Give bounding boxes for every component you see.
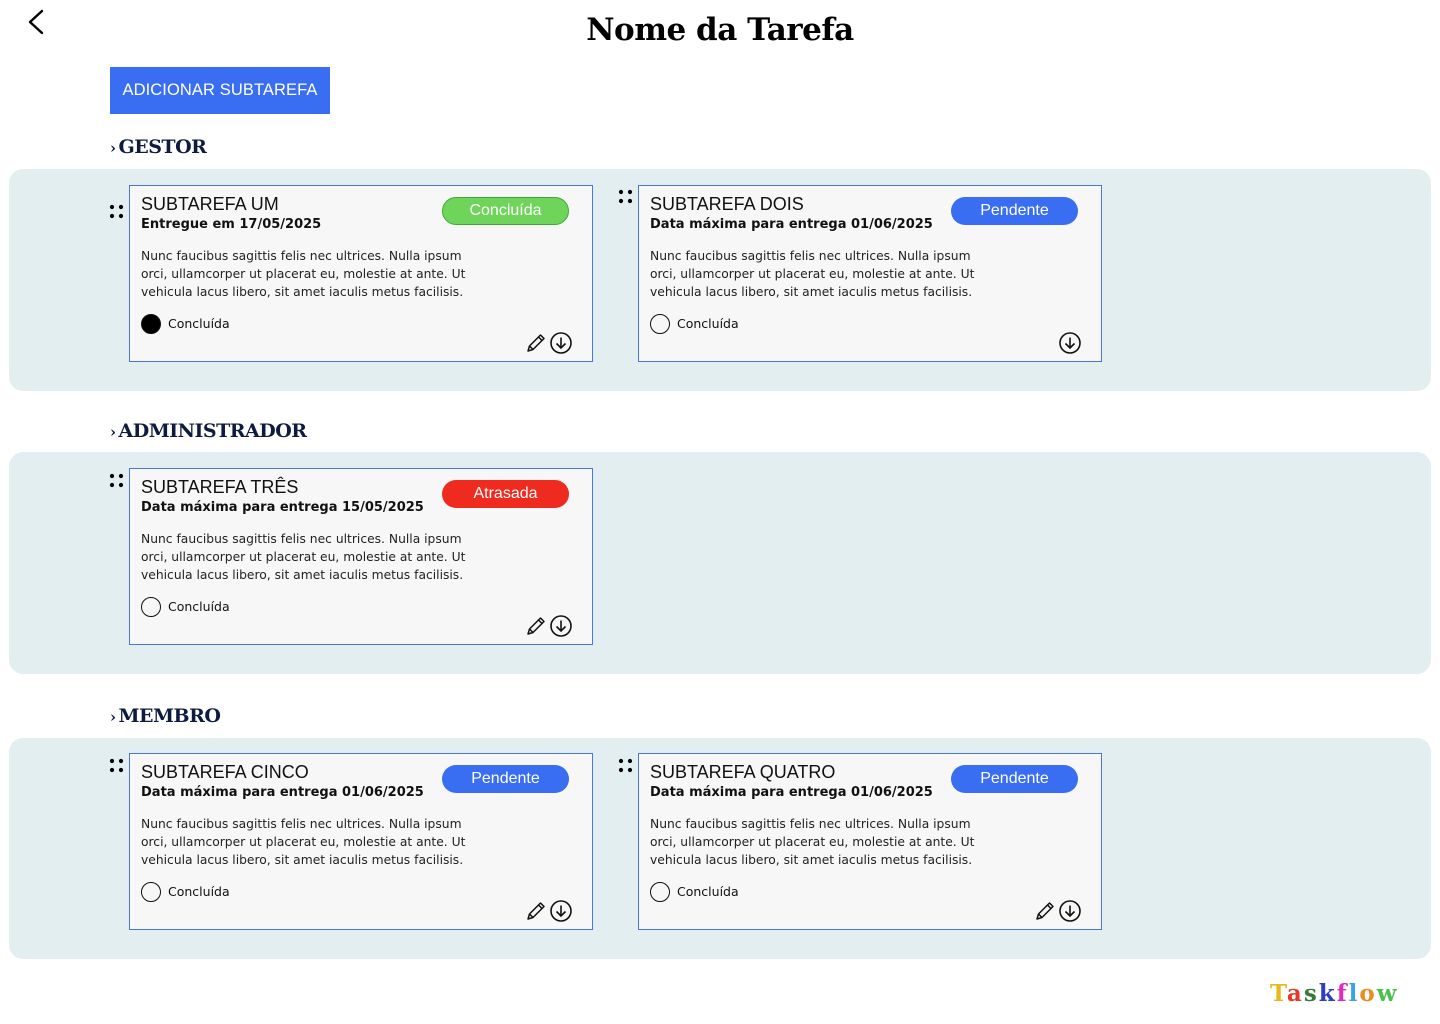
drag-handle-icon[interactable] (618, 758, 634, 774)
card-title: SUBTAREFA CINCO (141, 762, 309, 782)
done-label: Concluída (168, 316, 230, 331)
card-description: Nunc faucibus sagittis felis nec ultrice… (650, 817, 975, 867)
card-title: SUBTAREFA QUATRO (650, 762, 836, 782)
subtask-card[interactable]: SUBTAREFA CINCO Data máxima para entrega… (129, 753, 593, 930)
section-heading-label: MEMBRO (118, 705, 221, 727)
pencil-icon[interactable] (1033, 899, 1057, 923)
card-title: SUBTAREFA TRÊS (141, 477, 299, 497)
pencil-icon[interactable] (524, 899, 548, 923)
card-date: Data máxima para entrega 01/06/2025 (650, 785, 933, 800)
card-date: Data máxima para entrega 01/06/2025 (650, 217, 933, 232)
page-title: Nome da Tarefa (586, 12, 854, 48)
card-date: Data máxima para entrega 15/05/2025 (141, 500, 424, 515)
brand-letter: o (1359, 980, 1377, 1007)
chevron-right-icon: › (110, 139, 116, 157)
subtask-card[interactable]: SUBTAREFA TRÊS Data máxima para entrega … (129, 468, 593, 645)
subtask-card[interactable]: SUBTAREFA QUATRO Data máxima para entreg… (638, 753, 1102, 930)
done-radio[interactable] (650, 882, 670, 902)
section-heading-administrador[interactable]: › ADMINISTRADOR (110, 420, 307, 442)
card-date: Entregue em 17/05/2025 (141, 217, 322, 232)
section-heading-label: ADMINISTRADOR (118, 420, 308, 442)
chevron-right-icon: › (110, 423, 116, 441)
drag-handle-icon[interactable] (109, 204, 125, 220)
section-heading-label: GESTOR (118, 136, 207, 158)
brand-letter: f (1336, 980, 1349, 1007)
status-badge: Concluída (442, 197, 569, 225)
section-heading-gestor[interactable]: › GESTOR (110, 136, 207, 158)
brand-letter: w (1376, 980, 1399, 1007)
brand-logo: Taskflow (1270, 980, 1399, 1007)
status-badge: Pendente (951, 197, 1078, 225)
download-icon[interactable] (1058, 331, 1082, 355)
subtask-card[interactable]: SUBTAREFA DOIS Data máxima para entrega … (638, 185, 1102, 362)
status-badge: Atrasada (442, 480, 569, 508)
status-badge: Pendente (951, 765, 1078, 793)
pencil-icon[interactable] (524, 331, 548, 355)
card-date: Data máxima para entrega 01/06/2025 (141, 785, 424, 800)
done-label: Concluída (677, 884, 739, 899)
done-radio[interactable] (650, 314, 670, 334)
chevron-right-icon: › (110, 708, 116, 726)
done-label: Concluída (168, 599, 230, 614)
done-radio[interactable] (141, 314, 161, 334)
brand-letter: T (1270, 980, 1287, 1007)
brand-letter: s (1303, 980, 1319, 1007)
drag-handle-icon[interactable] (109, 758, 125, 774)
card-description: Nunc faucibus sagittis felis nec ultrice… (141, 532, 466, 582)
subtask-card[interactable]: SUBTAREFA UM Entregue em 17/05/2025 Conc… (129, 185, 593, 362)
card-description: Nunc faucibus sagittis felis nec ultrice… (141, 817, 466, 867)
brand-letter: a (1286, 980, 1304, 1007)
download-icon[interactable] (549, 614, 573, 638)
done-label: Concluída (168, 884, 230, 899)
done-label: Concluída (677, 316, 739, 331)
download-icon[interactable] (1058, 899, 1082, 923)
done-radio[interactable] (141, 597, 161, 617)
brand-letter: l (1348, 980, 1360, 1007)
card-description: Nunc faucibus sagittis felis nec ultrice… (650, 249, 975, 299)
drag-handle-icon[interactable] (618, 189, 634, 205)
brand-letter: k (1318, 980, 1337, 1007)
card-title: SUBTAREFA UM (141, 194, 279, 214)
status-badge: Pendente (442, 765, 569, 793)
download-icon[interactable] (549, 899, 573, 923)
drag-handle-icon[interactable] (109, 473, 125, 489)
download-icon[interactable] (549, 331, 573, 355)
add-subtask-button[interactable]: ADICIONAR SUBTAREFA (110, 67, 330, 114)
section-heading-membro[interactable]: › MEMBRO (110, 705, 221, 727)
done-radio[interactable] (141, 882, 161, 902)
card-description: Nunc faucibus sagittis felis nec ultrice… (141, 249, 466, 299)
card-title: SUBTAREFA DOIS (650, 194, 804, 214)
pencil-icon[interactable] (524, 614, 548, 638)
